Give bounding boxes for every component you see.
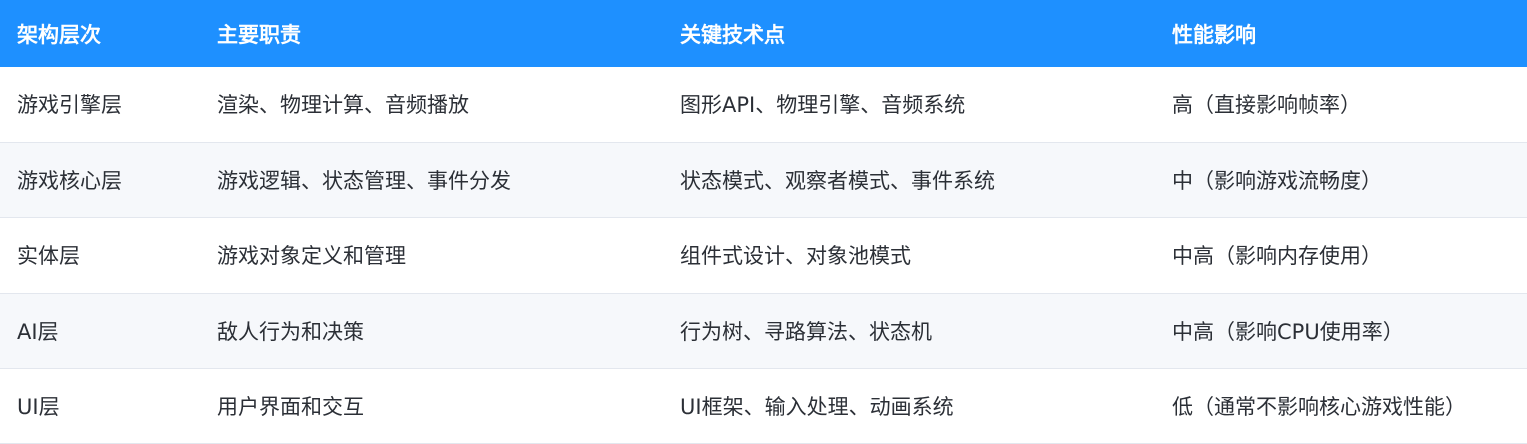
cell-tech: 图形API、物理引擎、音频系统 bbox=[680, 93, 966, 118]
cell-layer: 实体层 bbox=[17, 244, 80, 269]
cell-responsibility: 游戏逻辑、状态管理、事件分发 bbox=[217, 169, 511, 194]
cell-responsibility: 用户界面和交互 bbox=[217, 395, 364, 420]
cell-responsibility: 敌人行为和决策 bbox=[217, 319, 364, 344]
cell-performance: 中（影响游戏流畅度） bbox=[1172, 169, 1382, 194]
table-row: 游戏引擎层 渲染、物理计算、音频播放 图形API、物理引擎、音频系统 高（直接影… bbox=[0, 67, 1527, 143]
header-cell-tech: 关键技术点 bbox=[680, 22, 785, 47]
architecture-table: 架构层次 主要职责 关键技术点 性能影响 游戏引擎层 渲染、物理计算、音频播放 … bbox=[0, 0, 1527, 444]
cell-layer: 游戏核心层 bbox=[17, 169, 122, 194]
cell-layer: AI层 bbox=[17, 319, 59, 344]
table-header: 架构层次 主要职责 关键技术点 性能影响 bbox=[0, 0, 1527, 67]
cell-responsibility: 游戏对象定义和管理 bbox=[217, 244, 406, 269]
header-cell-layer: 架构层次 bbox=[17, 22, 101, 47]
cell-responsibility: 渲染、物理计算、音频播放 bbox=[217, 93, 469, 118]
table-row: UI层 用户界面和交互 UI框架、输入处理、动画系统 低（通常不影响核心游戏性能… bbox=[0, 368, 1527, 444]
cell-layer: 游戏引擎层 bbox=[17, 93, 122, 118]
cell-performance: 低（通常不影响核心游戏性能） bbox=[1172, 395, 1466, 420]
cell-tech: UI框架、输入处理、动画系统 bbox=[680, 395, 954, 420]
cell-tech: 组件式设计、对象池模式 bbox=[680, 244, 911, 269]
cell-performance: 中高（影响内存使用） bbox=[1172, 244, 1382, 269]
cell-layer: UI层 bbox=[17, 395, 60, 420]
cell-tech: 状态模式、观察者模式、事件系统 bbox=[680, 169, 995, 194]
cell-performance: 高（直接影响帧率） bbox=[1172, 93, 1361, 118]
cell-performance: 中高（影响CPU使用率） bbox=[1172, 319, 1404, 344]
header-cell-responsibility: 主要职责 bbox=[217, 22, 301, 47]
table-body: 游戏引擎层 渲染、物理计算、音频播放 图形API、物理引擎、音频系统 高（直接影… bbox=[0, 67, 1527, 444]
table-row: 实体层 游戏对象定义和管理 组件式设计、对象池模式 中高（影响内存使用） bbox=[0, 217, 1527, 294]
table-row: AI层 敌人行为和决策 行为树、寻路算法、状态机 中高（影响CPU使用率） bbox=[0, 293, 1527, 369]
cell-tech: 行为树、寻路算法、状态机 bbox=[680, 319, 932, 344]
table-row: 游戏核心层 游戏逻辑、状态管理、事件分发 状态模式、观察者模式、事件系统 中（影… bbox=[0, 142, 1527, 218]
header-cell-performance: 性能影响 bbox=[1172, 22, 1256, 47]
header-row: 架构层次 主要职责 关键技术点 性能影响 bbox=[0, 0, 1527, 67]
